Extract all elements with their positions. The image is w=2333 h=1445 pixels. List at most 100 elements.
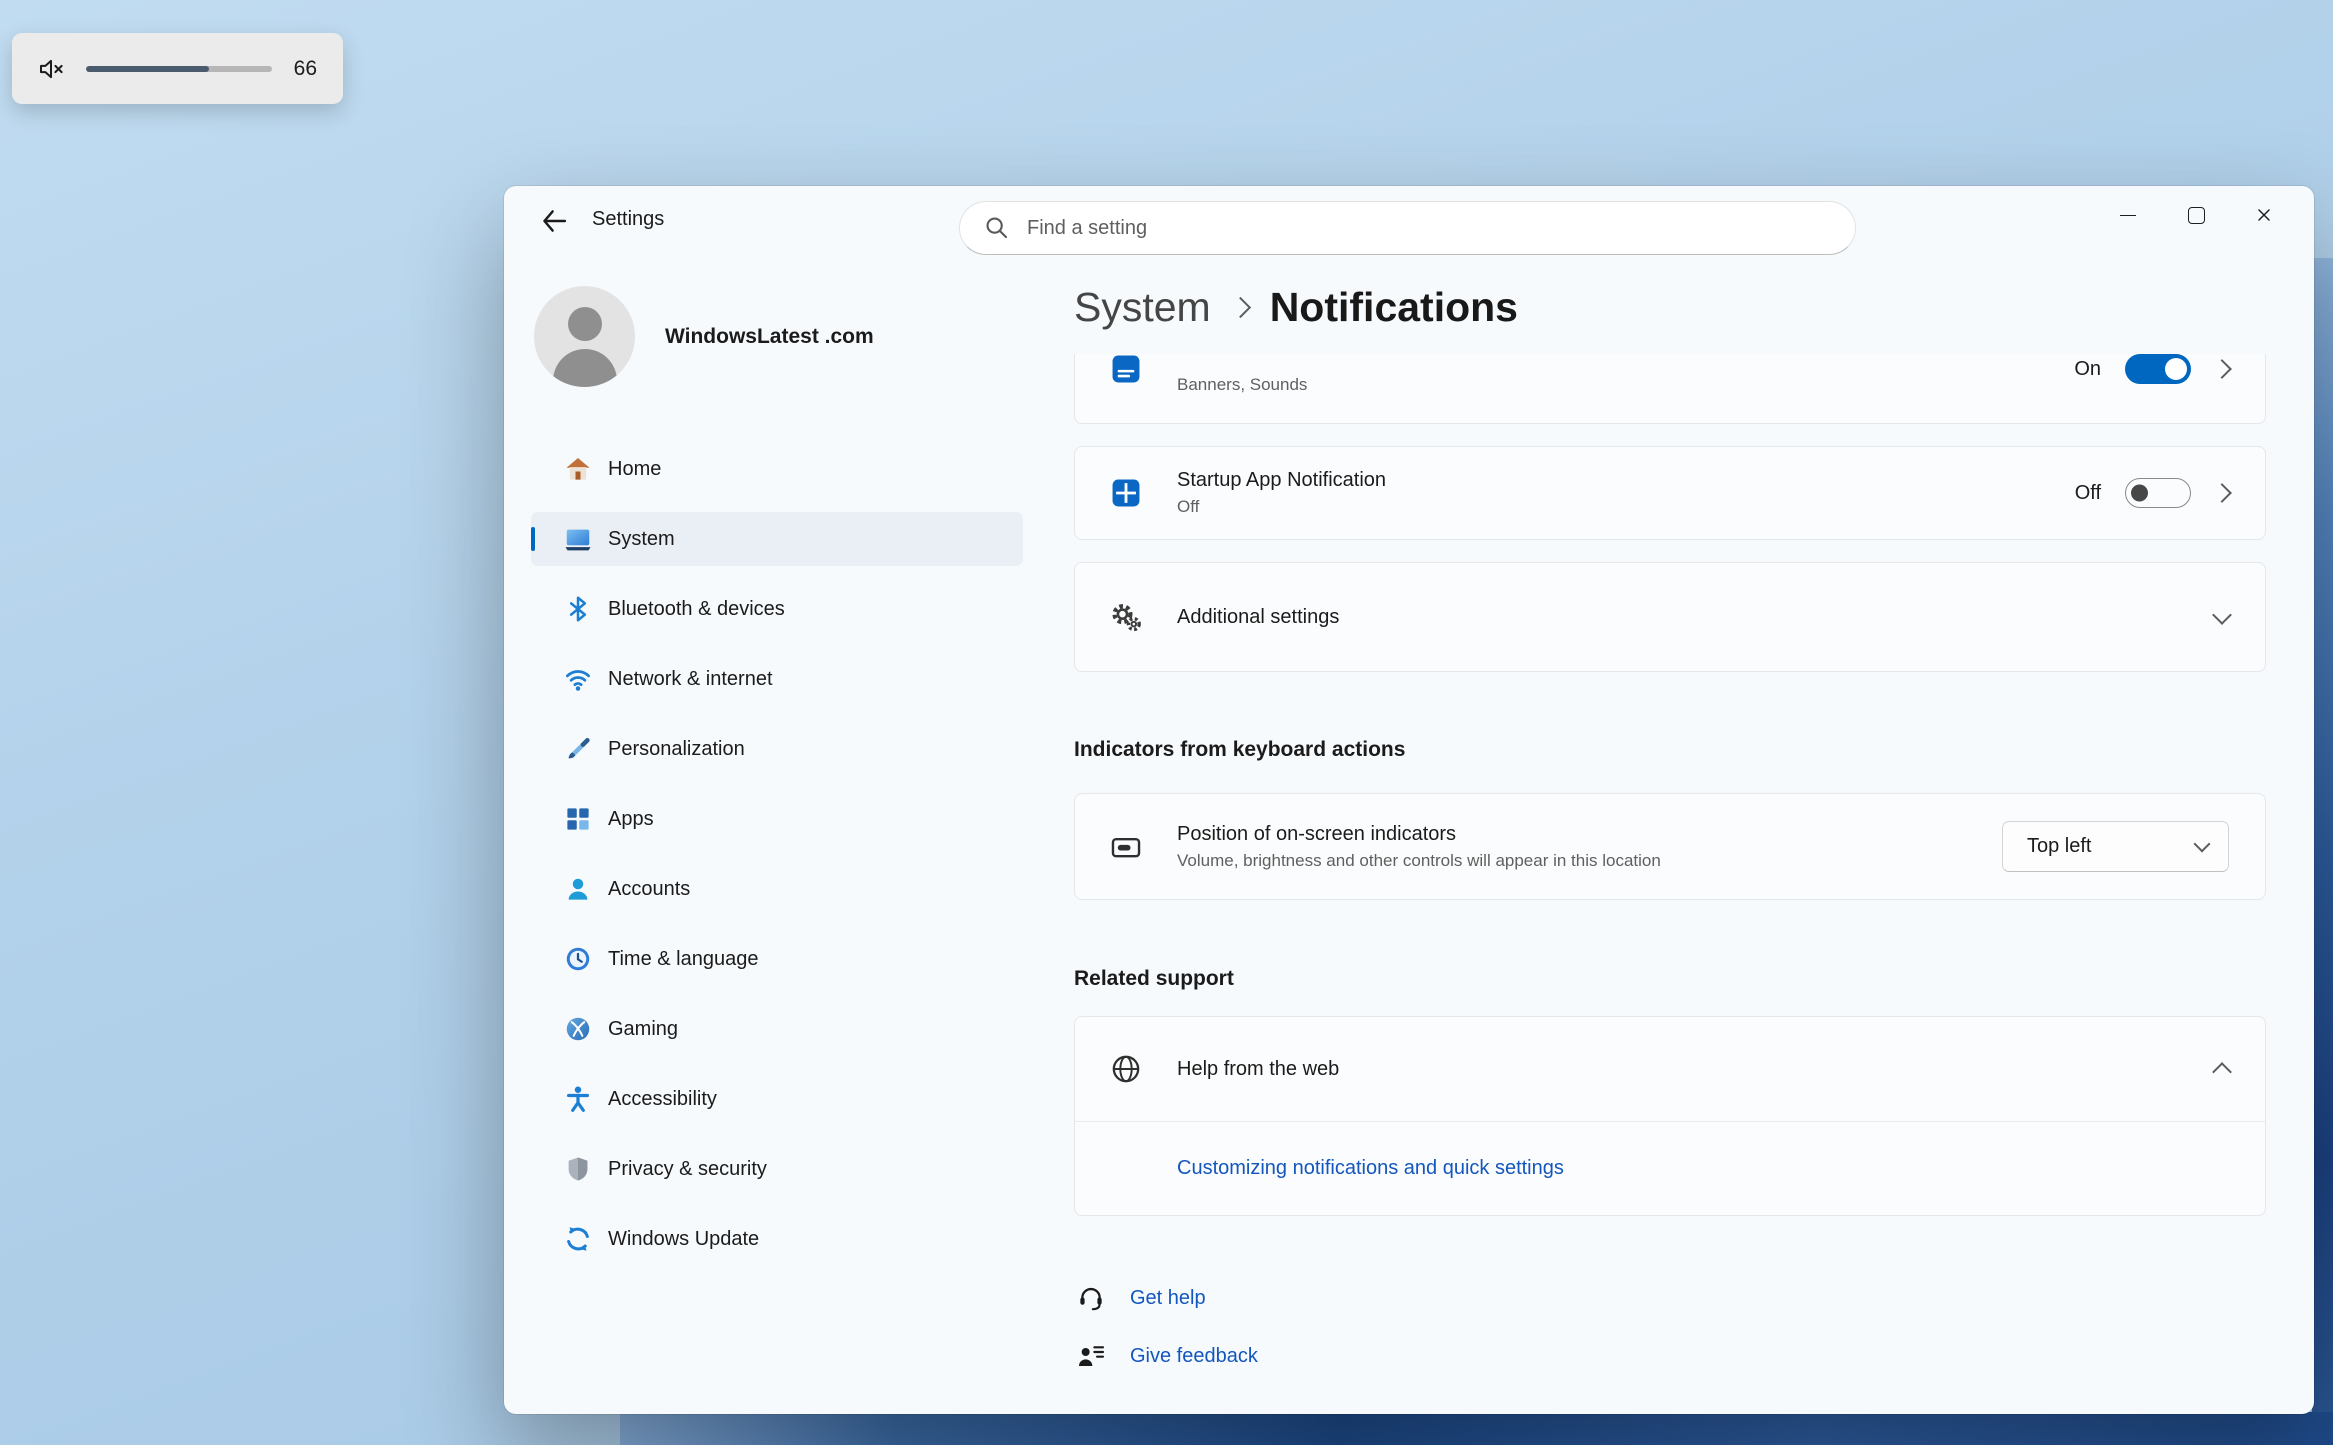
xbox-icon	[563, 1014, 593, 1044]
startup-app-notification-card[interactable]: Startup App Notification Off Off	[1074, 446, 2266, 540]
startup-toggle[interactable]	[2125, 478, 2191, 508]
wallpaper-bloom-right	[2312, 258, 2333, 1412]
sidebar-item-network-internet[interactable]: Network & internet	[531, 652, 1023, 706]
caption-buttons	[2094, 186, 2298, 244]
gears-icon	[1109, 600, 1143, 634]
volume-slider-fill	[86, 66, 209, 72]
help-from-web-title: Help from the web	[1177, 1058, 1339, 1081]
help-from-web-card: Help from the web Customizing notificati…	[1074, 1016, 2266, 1216]
notifications-toggle-label: On	[2074, 358, 2101, 381]
back-arrow-icon	[539, 206, 569, 236]
close-button[interactable]	[2230, 186, 2298, 244]
sidebar-item-label: Gaming	[608, 1018, 678, 1041]
sidebar-item-home[interactable]: Home	[531, 442, 1023, 496]
expand-chevron-icon	[2212, 483, 2232, 503]
maximize-button[interactable]	[2162, 186, 2230, 244]
get-help-icon	[1074, 1281, 1108, 1315]
clock-icon	[563, 944, 593, 974]
clipped-title-space	[1177, 354, 1307, 370]
position-subtitle: Volume, brightness and other controls wi…	[1177, 851, 1661, 871]
app-title: Settings	[592, 186, 664, 252]
avatar	[534, 286, 635, 387]
section-heading-support: Related support	[1074, 965, 2266, 993]
sidebar-item-label: Windows Update	[608, 1228, 759, 1251]
search-icon	[984, 215, 1010, 241]
sidebar-item-gaming[interactable]: Gaming	[531, 1002, 1023, 1056]
sidebar-nav: Home System	[531, 442, 1023, 1266]
sidebar-item-label: Home	[608, 458, 661, 481]
notifications-toggle[interactable]	[2125, 354, 2191, 384]
sidebar-item-privacy-security[interactable]: Privacy & security	[531, 1142, 1023, 1196]
user-profile[interactable]: WindowsLatest .com	[534, 286, 874, 387]
breadcrumb-system[interactable]: System	[1074, 284, 1211, 331]
position-dropdown-value: Top left	[2027, 835, 2091, 858]
breadcrumb-chevron-icon	[1230, 297, 1251, 318]
sidebar-item-bluetooth-devices[interactable]: Bluetooth & devices	[531, 582, 1023, 636]
accessibility-icon	[563, 1084, 593, 1114]
additional-settings-card[interactable]: Additional settings	[1074, 562, 2266, 672]
osd-position-icon	[1109, 830, 1143, 864]
settings-window: Settings WindowsLatest .com	[504, 186, 2314, 1414]
position-title: Position of on-screen indicators	[1177, 823, 1661, 846]
close-icon	[2255, 206, 2273, 224]
expand-chevron-icon	[2212, 359, 2232, 379]
shield-icon	[563, 1154, 593, 1184]
sidebar-item-label: Time & language	[608, 948, 758, 971]
back-button[interactable]	[532, 202, 576, 240]
sidebar-item-apps[interactable]: Apps	[531, 792, 1023, 846]
settings-content: Banners, Sounds On	[1074, 354, 2266, 1414]
sidebar-item-label: Apps	[608, 808, 654, 831]
paintbrush-icon	[563, 734, 593, 764]
additional-settings-title: Additional settings	[1177, 606, 1339, 629]
update-icon	[563, 1224, 593, 1254]
position-dropdown[interactable]: Top left	[2002, 821, 2229, 872]
sidebar-item-time-language[interactable]: Time & language	[531, 932, 1023, 986]
minimize-button[interactable]	[2094, 186, 2162, 244]
give-feedback-link[interactable]: Give feedback	[1130, 1345, 1258, 1368]
startup-subtitle: Off	[1177, 497, 1386, 517]
notifications-icon	[1109, 354, 1143, 386]
volume-value: 66	[294, 57, 317, 81]
user-name: WindowsLatest .com	[665, 325, 874, 349]
volume-slider[interactable]	[86, 66, 272, 72]
sidebar-item-label: Personalization	[608, 738, 745, 761]
sidebar-item-system[interactable]: System	[531, 512, 1023, 566]
sidebar-item-label: Bluetooth & devices	[608, 598, 785, 621]
wifi-icon	[563, 664, 593, 694]
help-from-web-header[interactable]: Help from the web	[1075, 1017, 2265, 1121]
system-icon	[563, 524, 593, 554]
wallpaper-bloom-bottom	[620, 1412, 2333, 1445]
volume-muted-icon[interactable]	[36, 54, 66, 84]
sidebar-item-accessibility[interactable]: Accessibility	[531, 1072, 1023, 1126]
volume-osd: 66	[12, 33, 343, 104]
chevron-down-icon	[2212, 605, 2232, 625]
section-heading-indicators: Indicators from keyboard actions	[1074, 736, 2266, 764]
position-indicators-card: Position of on-screen indicators Volume,…	[1074, 793, 2266, 900]
sidebar-item-accounts[interactable]: Accounts	[531, 862, 1023, 916]
apps-icon	[563, 804, 593, 834]
startup-title: Startup App Notification	[1177, 469, 1386, 492]
breadcrumb: System Notifications	[1074, 284, 1518, 331]
minimize-icon	[2120, 215, 2136, 216]
desktop: 66 Settings	[0, 0, 2333, 1445]
page-title: Notifications	[1270, 284, 1518, 331]
bluetooth-icon	[563, 594, 593, 624]
maximize-icon	[2188, 207, 2205, 224]
globe-icon	[1109, 1052, 1143, 1086]
sidebar-item-label: Network & internet	[608, 668, 773, 691]
get-help-link[interactable]: Get help	[1130, 1287, 1206, 1310]
give-feedback-icon	[1074, 1339, 1108, 1373]
startup-app-icon	[1109, 476, 1143, 510]
chevron-up-icon	[2212, 1062, 2232, 1082]
home-icon	[563, 454, 593, 484]
notifications-master-card[interactable]: Banners, Sounds On	[1074, 354, 2266, 424]
sidebar-item-personalization[interactable]: Personalization	[531, 722, 1023, 776]
sidebar-item-label: Accessibility	[608, 1088, 717, 1111]
sidebar-item-windows-update[interactable]: Windows Update	[531, 1212, 1023, 1266]
customizing-notifications-link[interactable]: Customizing notifications and quick sett…	[1177, 1157, 1564, 1180]
search-input[interactable]	[1025, 216, 1831, 241]
sidebar-item-label: Accounts	[608, 878, 690, 901]
startup-toggle-label: Off	[2075, 482, 2101, 505]
notifications-subtitle: Banners, Sounds	[1177, 375, 1307, 395]
search-box[interactable]	[959, 201, 1856, 255]
